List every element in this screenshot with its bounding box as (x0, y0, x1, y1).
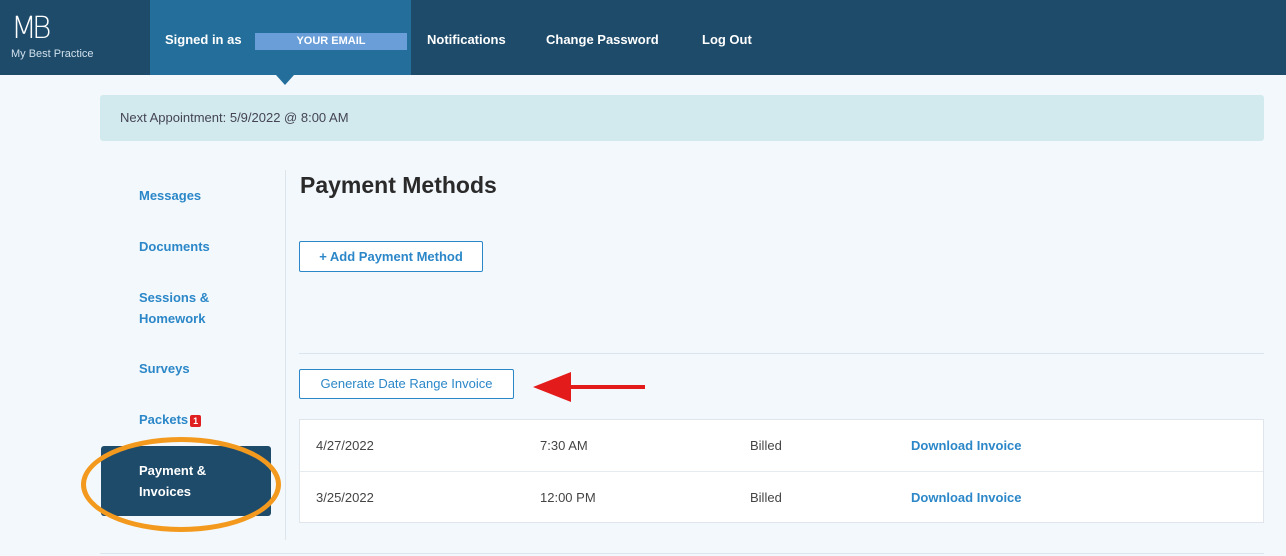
table-row: 3/25/2022 12:00 PM Billed Download Invoi… (300, 472, 1263, 523)
invoice-status: Billed (750, 438, 782, 453)
logo-mark: MB (11, 11, 51, 46)
download-invoice-link[interactable]: Download Invoice (911, 490, 1022, 505)
invoice-date: 3/25/2022 (316, 490, 374, 505)
signed-in-tab[interactable]: Signed in as YOUR EMAIL (150, 0, 411, 85)
sidebar-item-documents[interactable]: Documents (139, 236, 210, 257)
nav-change-password[interactable]: Change Password (546, 32, 659, 47)
invoice-status: Billed (750, 490, 782, 505)
nav-log-out[interactable]: Log Out (702, 32, 752, 47)
sidebar-item-messages[interactable]: Messages (139, 185, 201, 206)
invoice-time: 12:00 PM (540, 490, 596, 505)
bottom-divider (100, 553, 1264, 554)
page-title: Payment Methods (300, 172, 497, 198)
active-tab-caret (276, 75, 294, 85)
appointment-banner: Next Appointment: 5/9/2022 @ 8:00 AM (100, 95, 1264, 141)
sidebar-divider (285, 170, 286, 540)
table-row: 4/27/2022 7:30 AM Billed Download Invoic… (300, 420, 1263, 472)
annotation-highlight-oval (81, 437, 281, 532)
sidebar-item-packets[interactable]: Packets 1 (139, 409, 202, 430)
add-payment-method-button[interactable]: + Add Payment Method (299, 241, 483, 272)
generate-date-range-invoice-button[interactable]: Generate Date Range Invoice (299, 369, 514, 399)
annotation-arrow-head-icon (533, 372, 571, 402)
logo-text: My Best Practice (11, 48, 94, 60)
sidebar-item-surveys[interactable]: Surveys (139, 358, 190, 379)
email-redaction: YOUR EMAIL (255, 33, 407, 50)
top-bar: MB My Best Practice Signed in as YOUR EM… (0, 0, 1286, 85)
invoice-time: 7:30 AM (540, 438, 588, 453)
sidebar-item-packets-label: Packets (139, 412, 189, 427)
section-divider (299, 353, 1264, 354)
nav-notifications[interactable]: Notifications (427, 32, 506, 47)
next-appointment-text: Next Appointment: 5/9/2022 @ 8:00 AM (120, 110, 349, 125)
sidebar-item-sessions-homework[interactable]: Sessions & Homework (139, 287, 229, 329)
download-invoice-link[interactable]: Download Invoice (911, 438, 1022, 453)
invoice-table: 4/27/2022 7:30 AM Billed Download Invoic… (299, 419, 1264, 523)
signed-in-label: Signed in as (165, 32, 242, 47)
logo[interactable]: MB My Best Practice (11, 14, 121, 64)
annotation-arrow-shaft (565, 385, 645, 389)
packets-count-badge: 1 (190, 414, 202, 427)
invoice-date: 4/27/2022 (316, 438, 374, 453)
